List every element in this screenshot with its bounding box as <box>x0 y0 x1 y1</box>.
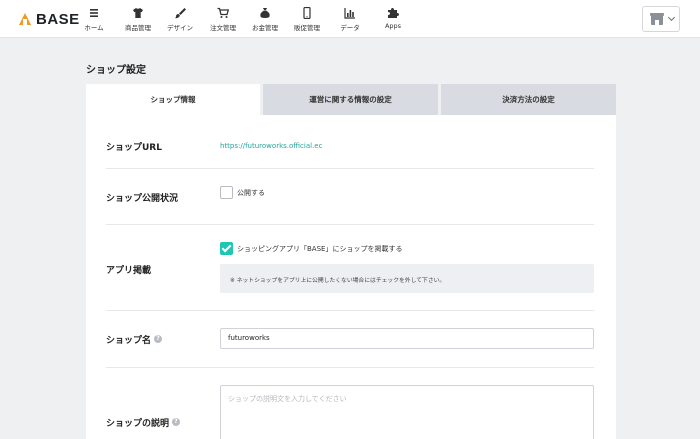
shop-url-link[interactable]: https://futuroworks.official.ec <box>220 142 322 150</box>
menu-list-icon <box>90 9 98 17</box>
description-label-text: ショップの説明 <box>106 418 170 429</box>
shirt-icon <box>133 8 143 18</box>
description-textarea[interactable]: ショップの説明文を入力してください <box>220 385 594 439</box>
nav-item-home[interactable]: ホーム <box>80 7 108 35</box>
base-logo[interactable]: BASE <box>18 10 80 28</box>
brush-icon <box>174 8 186 19</box>
nav-item-data[interactable]: データ <box>337 7 363 35</box>
top-navigation-bar: BASE ホーム 商品管理 デザイン 注文管理 お金管理 販促管理 データ Ap… <box>0 0 700 38</box>
publish-checkbox[interactable] <box>220 186 233 199</box>
divider <box>106 224 594 225</box>
visibility-label: ショップ公開状況 <box>106 193 179 204</box>
base-logo-icon <box>18 12 32 26</box>
nav-item-design[interactable]: デザイン <box>165 7 195 35</box>
shop-name-label: ショップ名 ? <box>106 333 163 346</box>
money-bag-icon <box>260 8 270 18</box>
nav-item-products[interactable]: 商品管理 <box>121 7 155 35</box>
nav-item-money[interactable]: お金管理 <box>250 7 280 35</box>
store-icon <box>650 13 664 25</box>
help-icon[interactable]: ? <box>172 418 181 426</box>
nav-label: デザイン <box>167 24 193 32</box>
bar-chart-icon <box>344 8 355 19</box>
tab-operation-info[interactable]: 運営に関する情報の設定 <box>263 84 438 115</box>
app-listing-checkbox[interactable] <box>220 242 233 255</box>
divider <box>106 168 594 169</box>
puzzle-icon <box>388 8 399 18</box>
settings-panel: ショップURL https://futuroworks.official.ec … <box>86 115 616 439</box>
divider <box>106 310 594 311</box>
help-icon[interactable]: ? <box>154 335 163 343</box>
nav-label: 商品管理 <box>125 24 151 32</box>
app-listing-label: アプリ掲載 <box>106 265 152 276</box>
nav-label: お金管理 <box>252 24 278 32</box>
settings-tabs: ショップ情報 運営に関する情報の設定 決済方法の設定 <box>86 84 616 115</box>
nav-item-promotion[interactable]: 販促管理 <box>292 7 322 35</box>
divider <box>106 367 594 368</box>
nav-label: 販促管理 <box>294 24 320 32</box>
tab-payment-settings[interactable]: 決済方法の設定 <box>441 84 616 115</box>
nav-item-orders[interactable]: 注文管理 <box>206 7 240 35</box>
shop-name-input[interactable]: futuroworks <box>220 328 594 349</box>
tab-shop-info[interactable]: ショップ情報 <box>86 84 260 115</box>
app-listing-checkbox-label[interactable]: ショッピングアプリ「BASE」にショップを掲載する <box>237 244 402 254</box>
page-title: ショップ設定 <box>86 65 146 76</box>
smartphone-icon <box>303 7 311 19</box>
nav-label: Apps <box>384 22 402 30</box>
cart-icon <box>217 7 229 18</box>
app-listing-notice: ※ ネットショップをアプリ上に公開したくない場合にはチェックを外して下さい。 <box>220 264 594 293</box>
description-label: ショップの説明 ? <box>106 416 181 429</box>
logo-text: BASE <box>36 10 80 28</box>
nav-label: 注文管理 <box>210 24 236 32</box>
nav-label: ホーム <box>84 24 104 32</box>
nav-label: データ <box>340 24 360 32</box>
shop-name-label-text: ショップ名 <box>106 335 152 346</box>
chevron-down-icon <box>667 13 676 22</box>
shop-url-label: ショップURL <box>106 142 162 153</box>
publish-checkbox-label[interactable]: 公開する <box>237 188 265 198</box>
shop-switcher-button[interactable] <box>642 6 680 32</box>
nav-item-apps[interactable]: Apps <box>382 7 404 35</box>
